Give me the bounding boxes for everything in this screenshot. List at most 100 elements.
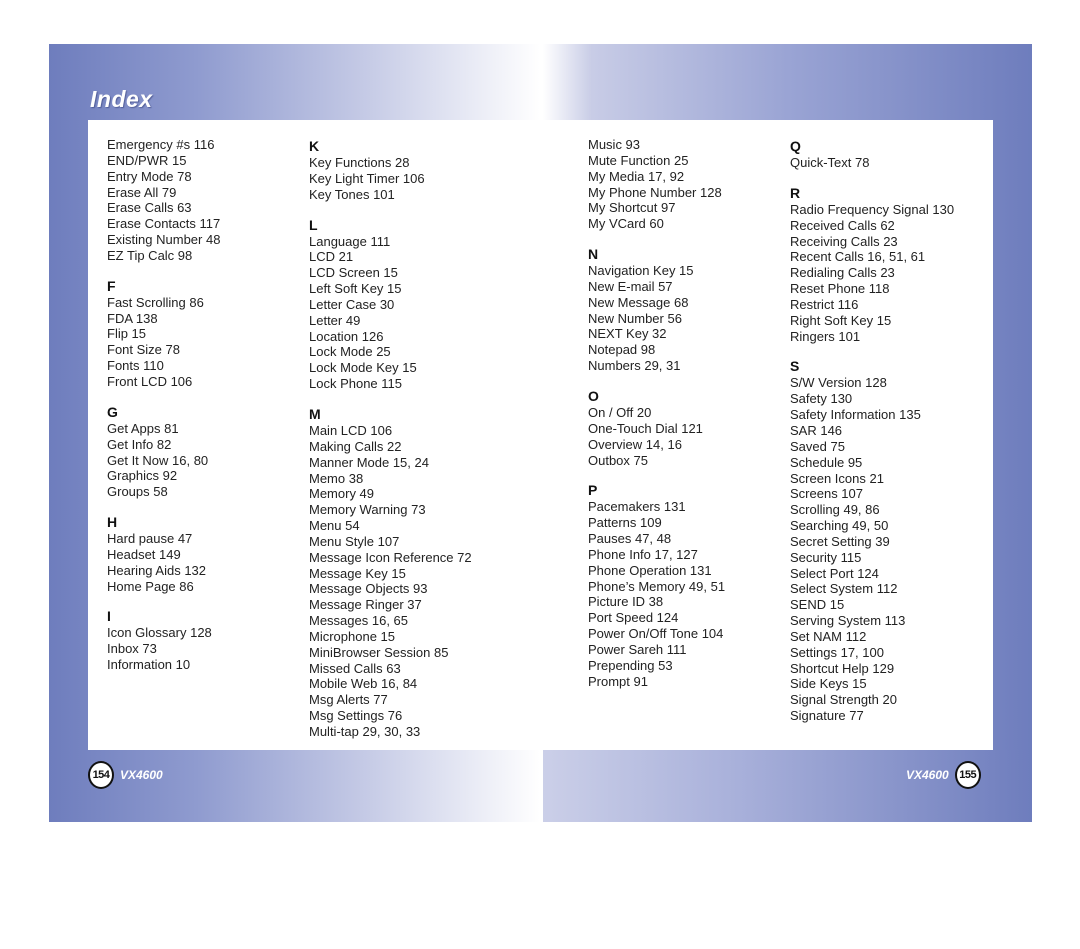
index-entry: Prompt 91 [588,673,648,689]
index-entry: My Shortcut 97 [588,200,676,216]
index-entry: Entry Mode 78 [107,168,192,184]
index-entry: Msg Settings 76 [309,708,403,724]
index-section: M Main LCD 106 Making Calls 22 Manner Mode … [309,405,472,740]
index-entry: Lock Mode 25 [309,344,391,360]
index-entry: Messages 16, 65 [309,613,409,629]
index-entry: Language 111 [309,233,391,249]
index-entry: Emergency #s 116 [107,137,215,152]
index-entry: Mute Function 25 [588,152,689,168]
index-entry: Key Light Timer 106 [309,170,425,186]
index-entry: Get It Now 16, 80 [107,452,209,468]
index-entry: Right Soft Key 15 [790,312,892,328]
section-letter-heading: G [107,403,118,420]
index-entry: Receiving Calls 23 [790,233,898,249]
index-entry: Menu 54 [309,518,360,534]
index-entry: Notepad 98 [588,342,656,358]
index-entry: Redialing Calls 23 [790,265,895,281]
index-entry: Phone Info 17, 127 [588,546,698,562]
index-entry: NEXT Key 32 [588,326,667,342]
index-entry: Numbers 29, 31 [588,358,681,374]
index-entry: Get Apps 81 [107,420,179,436]
index-entry: Signal Strength 20 [790,692,897,708]
index-entry: S/W Version 128 [790,375,887,391]
index-entry: Left Soft Key 15 [309,281,402,297]
page-number-left: 154 [88,761,114,789]
index-entry: Searching 49, 50 [790,518,889,534]
index-entry: Main LCD 106 [309,422,393,438]
index-entry: Key Tones 101 [309,186,395,202]
index-column-3: Music 93 Mute Function 25 My Media 17, 92 M… [588,137,725,689]
index-entry: Graphics 92 [107,468,178,484]
index-entry: EZ Tip Calc 98 [107,247,193,263]
section-letter-heading: N [588,246,599,263]
index-entry: Message Objects 93 [309,581,428,597]
index-entry: Letter Case 30 [309,296,395,312]
index-entry: SAR 146 [790,422,843,438]
index-section: Emergency #s 116 END/PWR 15 Entry Mode 78 E… [107,137,220,264]
index-entry: Radio Frequency Signal 130 [790,201,955,217]
index-entry: Serving System 113 [790,613,906,629]
index-entry: Secret Setting 39 [790,533,890,549]
index-section: Q Quick-Text 78 [790,137,954,171]
index-entry: Memo 38 [309,470,364,486]
index-entry: Fonts 110 [107,358,164,374]
index-entry: Screens 107 [790,486,863,502]
index-entry: My VCard 60 [588,216,664,232]
index-entry: Manner Mode 15, 24 [309,454,429,470]
index-entry: Phone’s Memory 49, 51 [588,578,726,594]
index-section: S S/W Version 128 Safety 130 Safety Informa… [790,357,954,724]
index-entry: Menu Style 107 [309,533,400,549]
index-entry: Patterns 109 [588,515,662,531]
section-letter-heading: K [309,138,320,154]
index-entry: Get Info 82 [107,436,172,452]
index-entry: Port Speed 124 [588,610,679,626]
index-entry: Picture ID 38 [588,594,664,610]
page-number-right: 155 [954,761,981,789]
section-letter-heading: M [309,405,321,422]
model-name-right: VX4600 [906,768,949,782]
index-entry: Making Calls 22 [309,438,402,454]
index-section: P Pacemakers 131 Patterns 109 Pauses 47, 48… [588,481,725,689]
index-entry: Recent Calls 16, 51, 61 [790,249,926,265]
index-entry: Fast Scrolling 86 [107,294,204,310]
index-section: F Fast Scrolling 86 FDA 138 Flip 15 Font Siz… [107,277,220,390]
index-entry: Lock Phone 115 [309,376,402,392]
index-entry: Shortcut Help 129 [790,660,895,676]
index-entry: On / Off 20 [588,404,652,420]
index-entry: Saved 75 [790,438,845,454]
index-entry: Navigation Key 15 [588,263,694,279]
footer-right: VX4600 155 [906,761,981,789]
index-entry: Settings 17, 100 [790,644,884,660]
index-column-1: Emergency #s 116 END/PWR 15 Entry Mode 78 E… [107,137,220,673]
index-entry: Erase Contacts 117 [107,216,221,232]
index-entry: Memory 49 [309,486,375,502]
index-entry: Schedule 95 [790,454,863,470]
index-entry: Screen Icons 21 [790,470,884,486]
index-entry: FDA 138 [107,310,158,326]
section-letter-heading: H [107,514,118,531]
index-section: O On / Off 20 One-Touch Dial 121 Overview 1… [588,387,725,468]
index-entry: My Phone Number 128 [588,184,722,200]
index-entry: Memory Warning 73 [309,502,426,518]
section-letter-heading: R [790,184,801,201]
index-entry: Scrolling 49, 86 [790,502,880,518]
index-entry: Message Key 15 [309,565,406,581]
index-column-2: K Key Functions 28 Key Light Timer 106 Key … [309,137,472,740]
index-entry: My Media 17, 92 [588,168,685,184]
index-entry: Msg Alerts 77 [309,692,388,708]
index-entry: Quick-Text 78 [790,155,870,170]
index-entry: Select System 112 [790,581,898,597]
section-letter-heading: S [790,358,800,375]
footer-left: 154 VX4600 [88,761,163,789]
index-section: L Language 111 LCD 21 LCD Screen 15 Left Sof… [309,216,472,392]
index-entry: Inbox 73 [107,641,157,657]
index-section: R Radio Frequency Signal 130 Received Call… [790,184,954,345]
index-entry: Icon Glossary 128 [107,625,212,641]
index-entry: Message Ringer 37 [309,597,422,613]
index-section: H Hard pause 47 Headset 149 Hearing Aids 13… [107,513,220,594]
index-entry: Letter 49 [309,312,361,328]
index-entry: Home Page 86 [107,578,194,594]
section-letter-heading: P [588,482,598,499]
index-entry: Location 126 [309,328,384,344]
model-name-left: VX4600 [120,768,163,782]
